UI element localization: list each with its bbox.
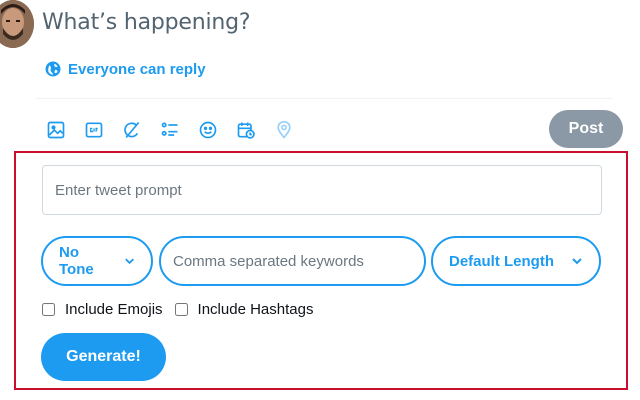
length-select-label: Default Length: [449, 252, 554, 270]
include-hashtags-option[interactable]: Include Hashtags: [174, 301, 314, 318]
emoji-icon: [199, 121, 217, 139]
grok-button[interactable]: [120, 118, 144, 142]
location-icon: [277, 120, 291, 139]
tone-select[interactable]: No Tone: [41, 236, 153, 286]
reply-setting-label: Everyone can reply: [68, 60, 206, 78]
schedule-button[interactable]: [234, 118, 258, 142]
length-select[interactable]: Default Length: [431, 236, 601, 286]
divider: [36, 98, 612, 99]
location-button[interactable]: [272, 118, 296, 142]
emoji-button[interactable]: [196, 118, 220, 142]
include-hashtags-checkbox[interactable]: [174, 303, 188, 316]
tone-select-label: No Tone: [59, 244, 94, 278]
keywords-input[interactable]: [159, 236, 426, 286]
reply-setting-button[interactable]: Everyone can reply: [44, 60, 206, 78]
chevron-down-icon: [572, 258, 582, 265]
include-emojis-checkbox[interactable]: [42, 303, 55, 316]
globe-icon: [45, 61, 61, 77]
schedule-icon: [237, 122, 255, 139]
tweet-prompt-input[interactable]: [42, 165, 602, 215]
poll-button[interactable]: [158, 118, 182, 142]
chevron-down-icon: [125, 258, 134, 265]
include-emojis-option[interactable]: Include Emojis: [42, 301, 163, 318]
compose-toolbar: [44, 118, 296, 142]
options-row: Include Emojis Include Hashtags: [42, 301, 325, 318]
tweet-generator-panel: No Tone Default Length Include Emojis In…: [14, 151, 628, 390]
include-hashtags-label: Include Hashtags: [197, 301, 314, 318]
image-icon: [47, 121, 65, 139]
media-button[interactable]: [44, 118, 68, 142]
avatar[interactable]: [0, 0, 34, 48]
compose-placeholder[interactable]: What’s happening?: [42, 10, 251, 35]
include-emojis-label: Include Emojis: [65, 301, 163, 318]
gif-icon: [85, 122, 103, 138]
poll-icon: [161, 122, 178, 136]
gif-button[interactable]: [82, 118, 106, 142]
grok-icon: [124, 121, 140, 139]
generate-button[interactable]: Generate!: [41, 333, 166, 381]
post-button[interactable]: Post: [549, 110, 623, 148]
